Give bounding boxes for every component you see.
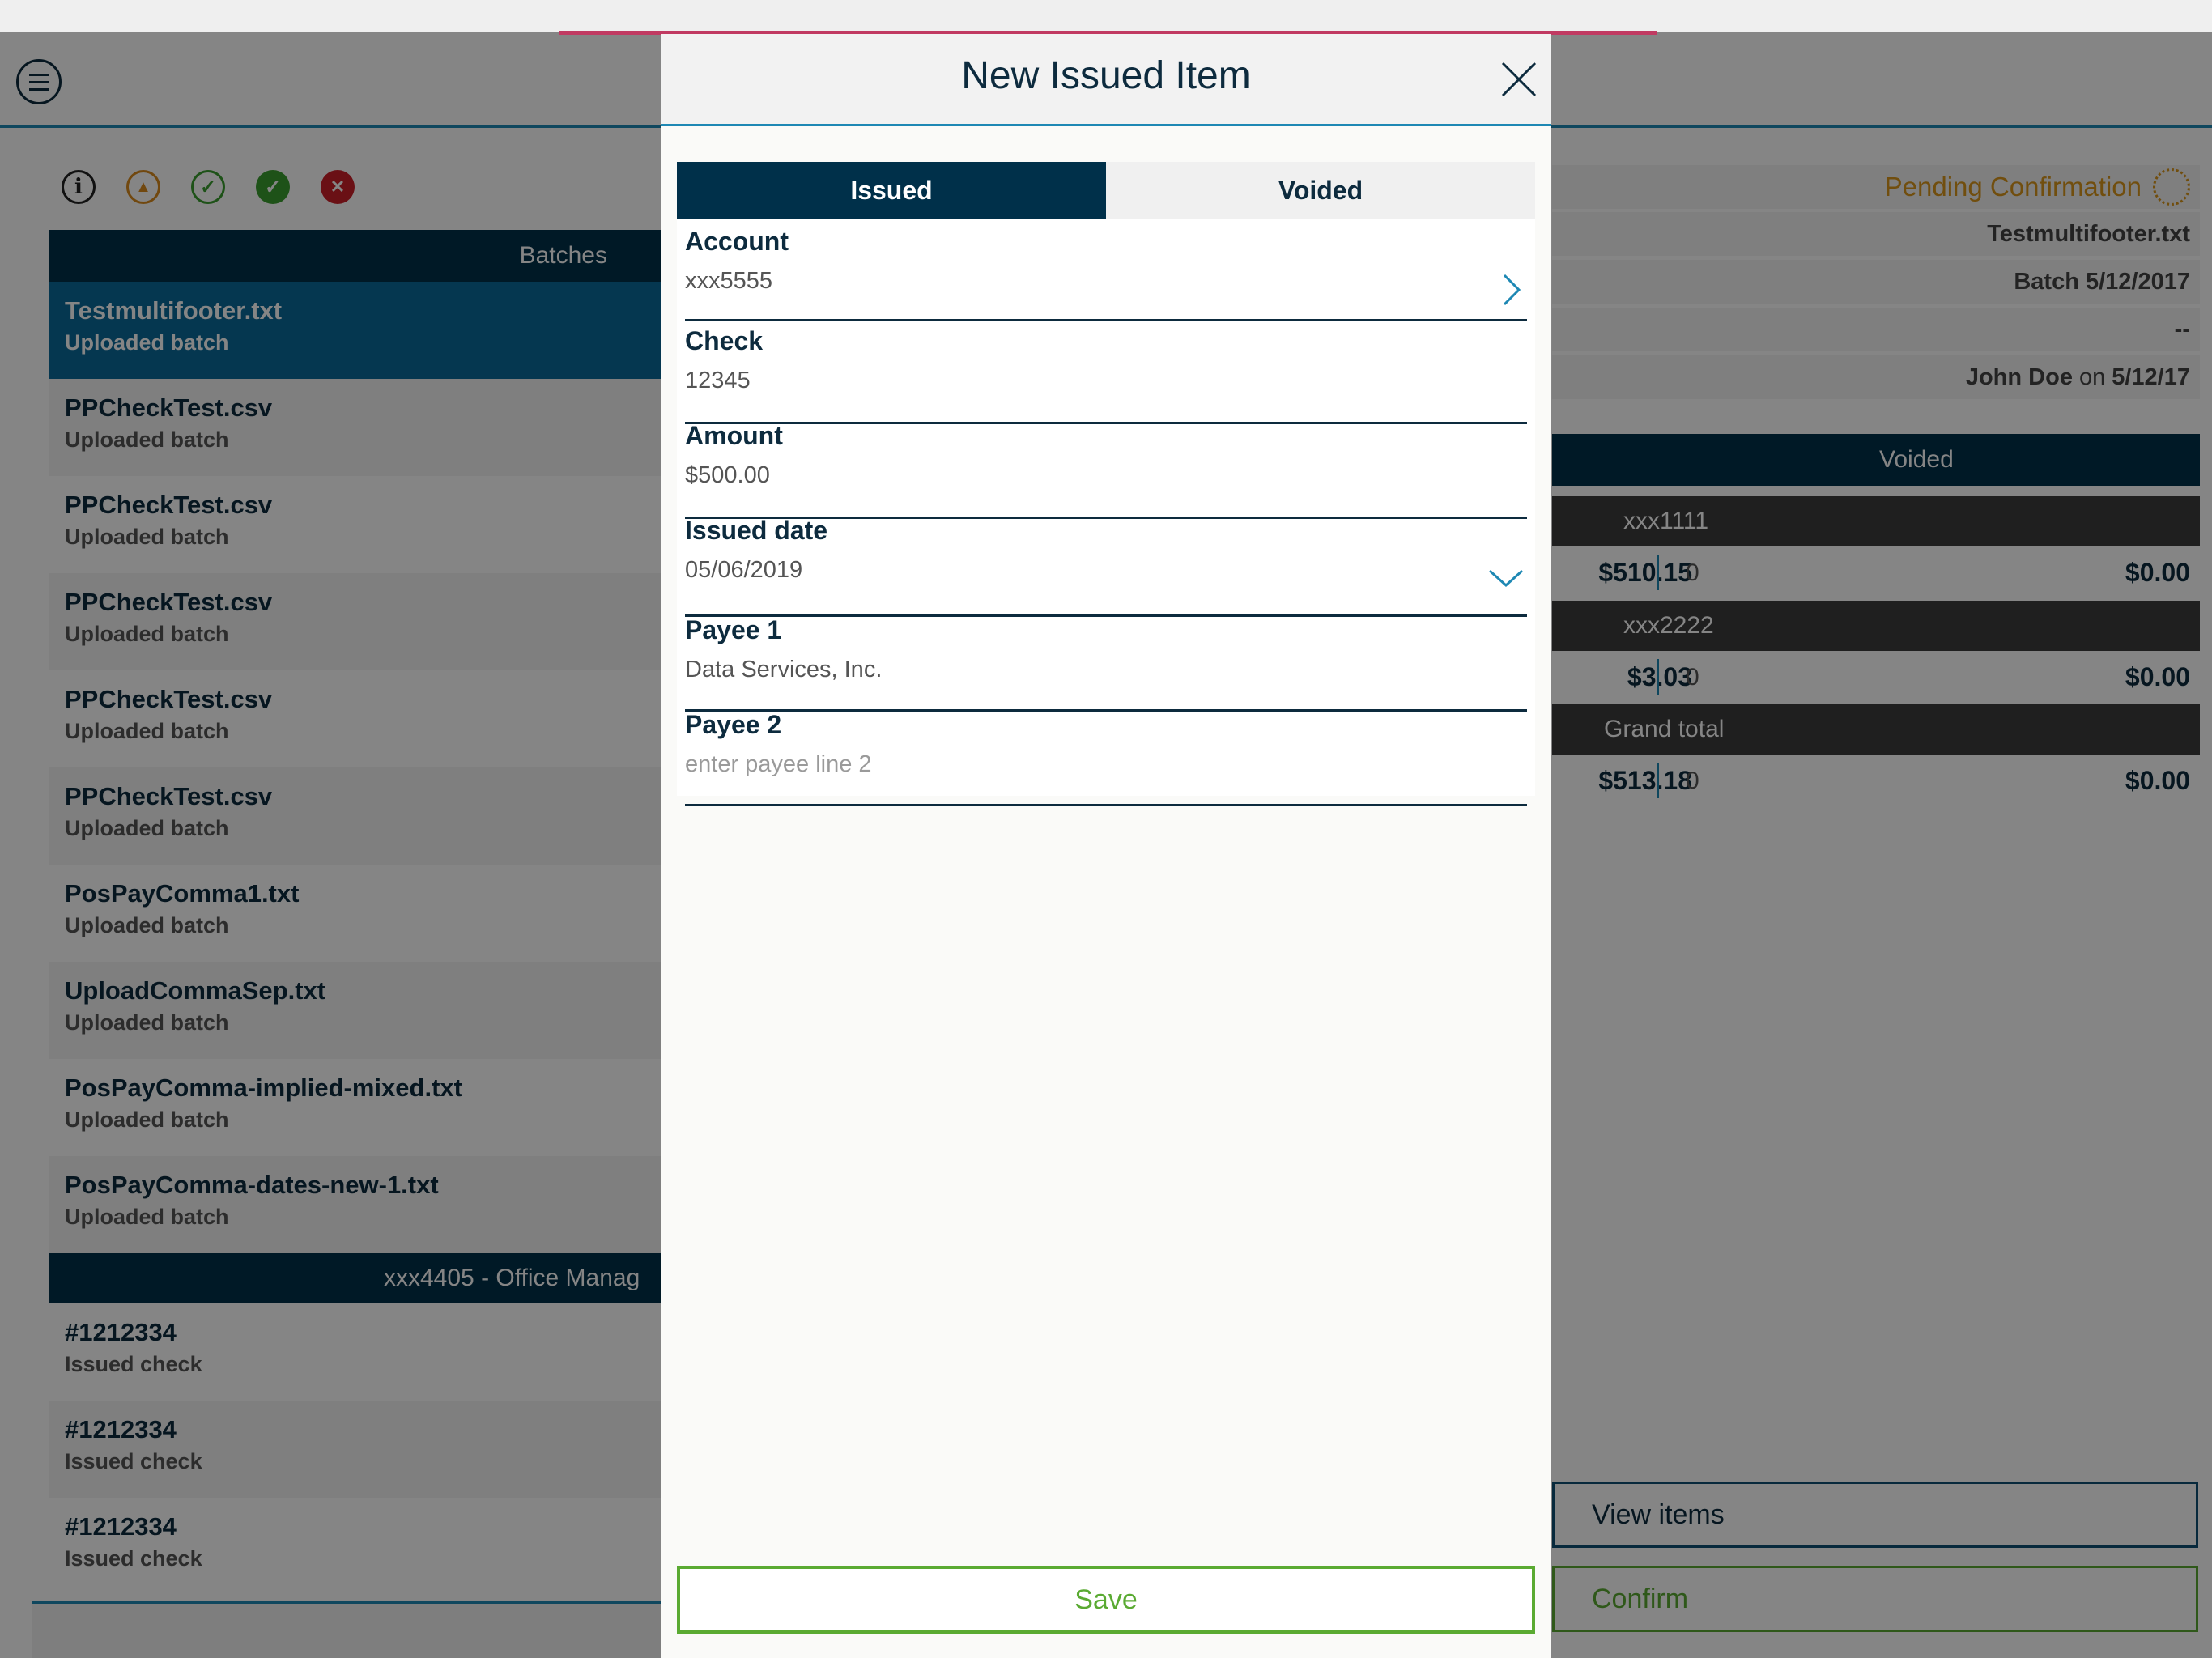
chevron-right-icon — [1503, 274, 1521, 306]
amount-label: Amount — [685, 421, 783, 450]
payee1-value: Data Services, Inc. — [685, 657, 883, 682]
check-label: Check — [685, 326, 764, 355]
tab-issued[interactable]: Issued — [677, 162, 1106, 219]
account-field[interactable]: Account xxx5555 — [685, 227, 1527, 321]
issued-item-form: Account xxx5555 Check 12345 Amount $500.… — [677, 219, 1535, 806]
payee2-label: Payee 2 — [685, 710, 782, 739]
modal-title: New Issued Item — [961, 54, 1251, 97]
amount-field[interactable]: Amount $500.00 — [685, 421, 1527, 519]
item-type-segmented-control: Issued Voided — [677, 162, 1535, 219]
issued-date-value: 05/06/2019 — [685, 557, 803, 583]
amount-value: $500.00 — [685, 462, 770, 488]
tab-voided[interactable]: Voided — [1106, 162, 1535, 219]
chevron-down-icon — [1488, 569, 1524, 588]
check-field[interactable]: Check 12345 — [685, 326, 1527, 424]
payee2-placeholder: enter payee line 2 — [685, 751, 872, 777]
issued-date-field[interactable]: Issued date 05/06/2019 — [685, 516, 1527, 617]
payee2-field[interactable]: Payee 2 enter payee line 2 — [685, 710, 1527, 806]
save-button[interactable]: Save — [677, 1566, 1535, 1634]
payee1-field[interactable]: Payee 1 Data Services, Inc. — [685, 615, 1527, 712]
status-bar — [0, 0, 2212, 32]
account-label: Account — [685, 227, 789, 256]
check-value: 12345 — [685, 368, 751, 393]
issued-date-label: Issued date — [685, 516, 828, 545]
close-icon[interactable] — [1499, 60, 1538, 99]
account-value: xxx5555 — [685, 268, 773, 294]
payee1-label: Payee 1 — [685, 615, 782, 644]
